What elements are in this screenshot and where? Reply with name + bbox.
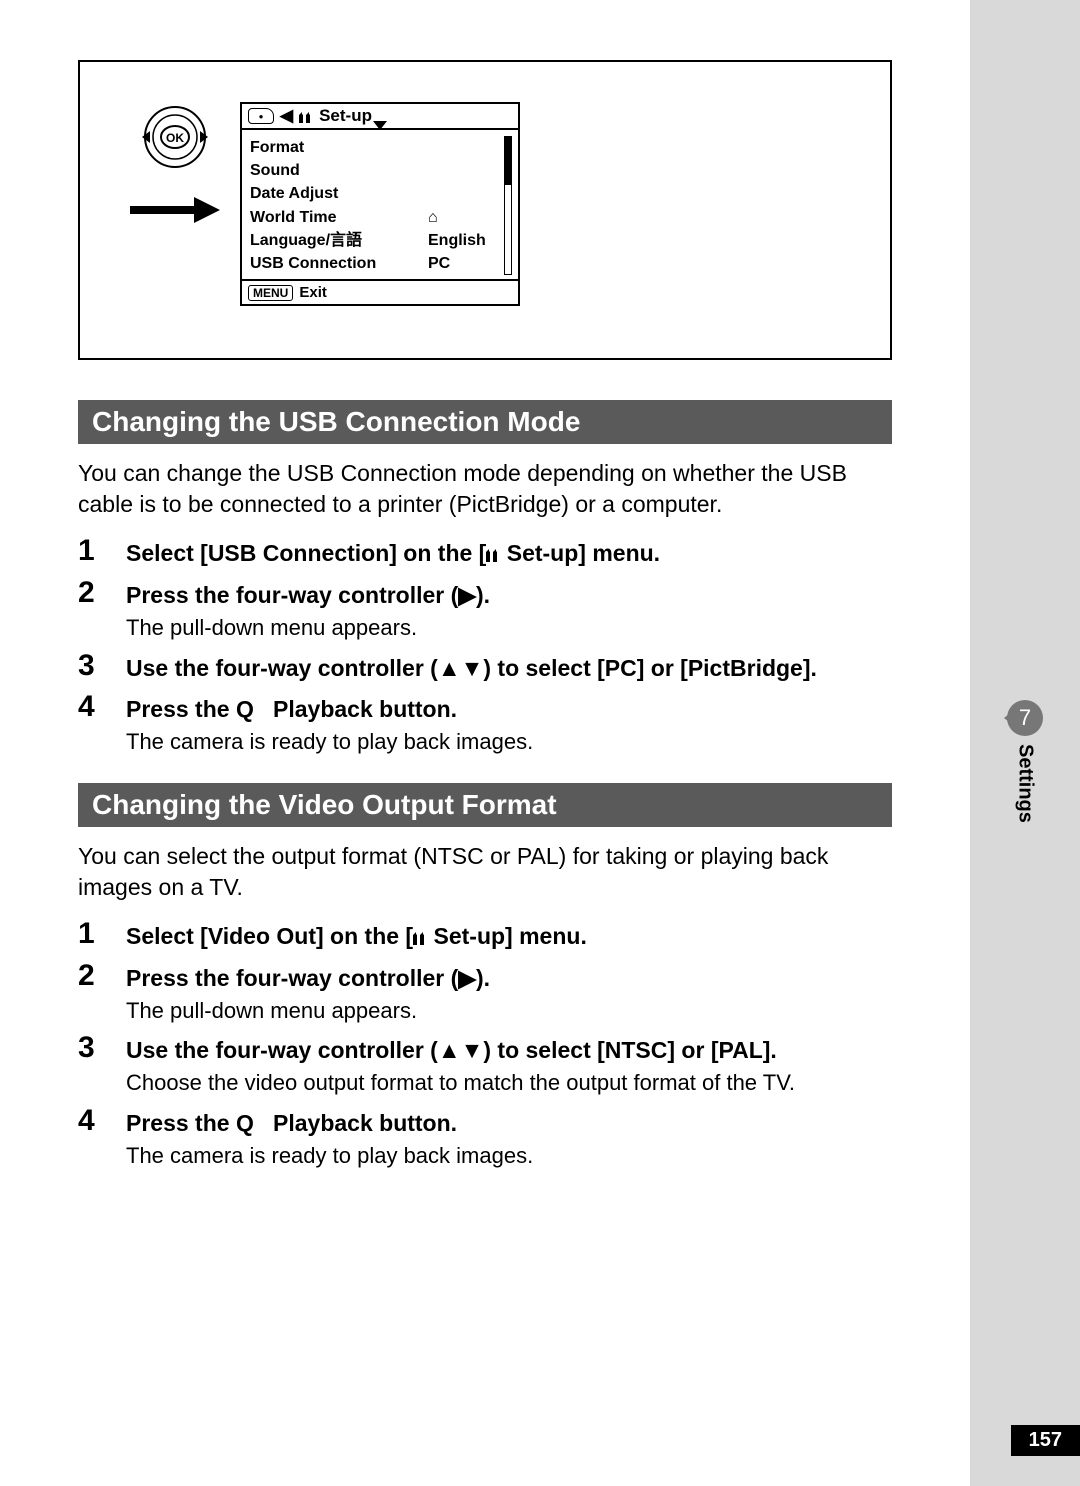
- section2-intro: You can select the output format (NTSC o…: [78, 841, 892, 903]
- section2-steps: 1 Select [Video Out] on the [ Set-up] me…: [78, 921, 892, 1171]
- step-sub: The pull-down menu appears.: [126, 613, 892, 643]
- down-triangle-icon: [373, 121, 387, 130]
- step: 1 Select [USB Connection] on the [ Set-u…: [78, 538, 892, 570]
- playback-icon: Q: [236, 696, 254, 722]
- section-heading-usb: Changing the USB Connection Mode: [78, 400, 892, 444]
- step-sub: The camera is ready to play back images.: [126, 1141, 892, 1171]
- page-number: 157: [1011, 1425, 1080, 1456]
- step-title: Select [USB Connection] on the [ Set-up]…: [126, 538, 892, 570]
- step-title: Press the Q Playback button.: [126, 694, 892, 725]
- lcd-row: Sound: [250, 159, 498, 182]
- step-title: Use the four-way controller (▲▼) to sele…: [126, 1035, 892, 1066]
- step: 2 Press the four-way controller (▶). The…: [78, 963, 892, 1026]
- step-title: Use the four-way controller (▲▼) to sele…: [126, 653, 892, 684]
- lcd-scrollbar: [504, 136, 512, 275]
- step-title: Select [Video Out] on the [ Set-up] menu…: [126, 921, 892, 953]
- lcd-footer: MENU Exit: [242, 279, 518, 304]
- lcd-titlebar: ● ◀ Set-up: [242, 104, 518, 130]
- section-heading-video: Changing the Video Output Format: [78, 783, 892, 827]
- lcd-row: Language/言語English: [250, 229, 498, 252]
- chapter-tab: 7 Settings: [970, 700, 1080, 828]
- step: 3 Use the four-way controller (▲▼) to se…: [78, 653, 892, 684]
- step: 1 Select [Video Out] on the [ Set-up] me…: [78, 921, 892, 953]
- step-title: Press the four-way controller (▶).: [126, 580, 892, 611]
- right-triangle-icon: ▶: [458, 965, 476, 991]
- section1-intro: You can change the USB Connection mode d…: [78, 458, 892, 520]
- step: 4 Press the Q Playback button. The camer…: [78, 694, 892, 757]
- step-title: Press the Q Playback button.: [126, 1108, 892, 1139]
- lcd-row: USB ConnectionPC: [250, 252, 498, 275]
- chapter-number-bubble: 7: [1007, 700, 1043, 736]
- setup-tool-icon: [299, 107, 313, 126]
- lcd-menu-list: Format Sound Date Adjust World Time⌂ Lan…: [250, 136, 498, 275]
- step-title: Press the four-way controller (▶).: [126, 963, 892, 994]
- chapter-label: Settings: [1014, 744, 1037, 823]
- lcd-body: Format Sound Date Adjust World Time⌂ Lan…: [242, 130, 518, 279]
- svg-text:OK: OK: [166, 131, 184, 145]
- arrow-right-icon: [130, 197, 220, 228]
- step-sub: The pull-down menu appears.: [126, 996, 892, 1026]
- lcd-row: Date Adjust: [250, 182, 498, 205]
- up-down-triangle-icon: ▲▼: [438, 655, 484, 681]
- ok-dial-icon: OK: [140, 102, 210, 177]
- step: 2 Press the four-way controller (▶). The…: [78, 580, 892, 643]
- step: 3 Use the four-way controller (▲▼) to se…: [78, 1035, 892, 1098]
- playback-icon: Q: [236, 1110, 254, 1136]
- controller-illustration: OK: [120, 102, 230, 228]
- step: 4 Press the Q Playback button. The camer…: [78, 1108, 892, 1171]
- lcd-row: Format: [250, 136, 498, 159]
- lcd-footer-label: Exit: [299, 284, 327, 301]
- menu-button-chip: MENU: [248, 285, 293, 301]
- lcd-row: World Time⌂: [250, 206, 498, 229]
- manual-page: OK ● ◀ Set-up: [0, 0, 970, 1486]
- lcd-tab-arrow-left: ◀: [280, 106, 293, 126]
- figure-box: OK ● ◀ Set-up: [78, 60, 892, 360]
- setup-tool-icon: [413, 928, 427, 950]
- step-sub: The camera is ready to play back images.: [126, 727, 892, 757]
- lcd-title: Set-up: [319, 106, 372, 126]
- up-down-triangle-icon: ▲▼: [438, 1037, 484, 1063]
- right-triangle-icon: ▶: [458, 582, 476, 608]
- setup-tool-icon: [486, 545, 500, 567]
- camera-icon: ●: [248, 108, 274, 124]
- lcd-menu: ● ◀ Set-up Format Sound Date Adjust Worl…: [240, 102, 520, 306]
- section1-steps: 1 Select [USB Connection] on the [ Set-u…: [78, 538, 892, 757]
- step-sub: Choose the video output format to match …: [126, 1068, 892, 1098]
